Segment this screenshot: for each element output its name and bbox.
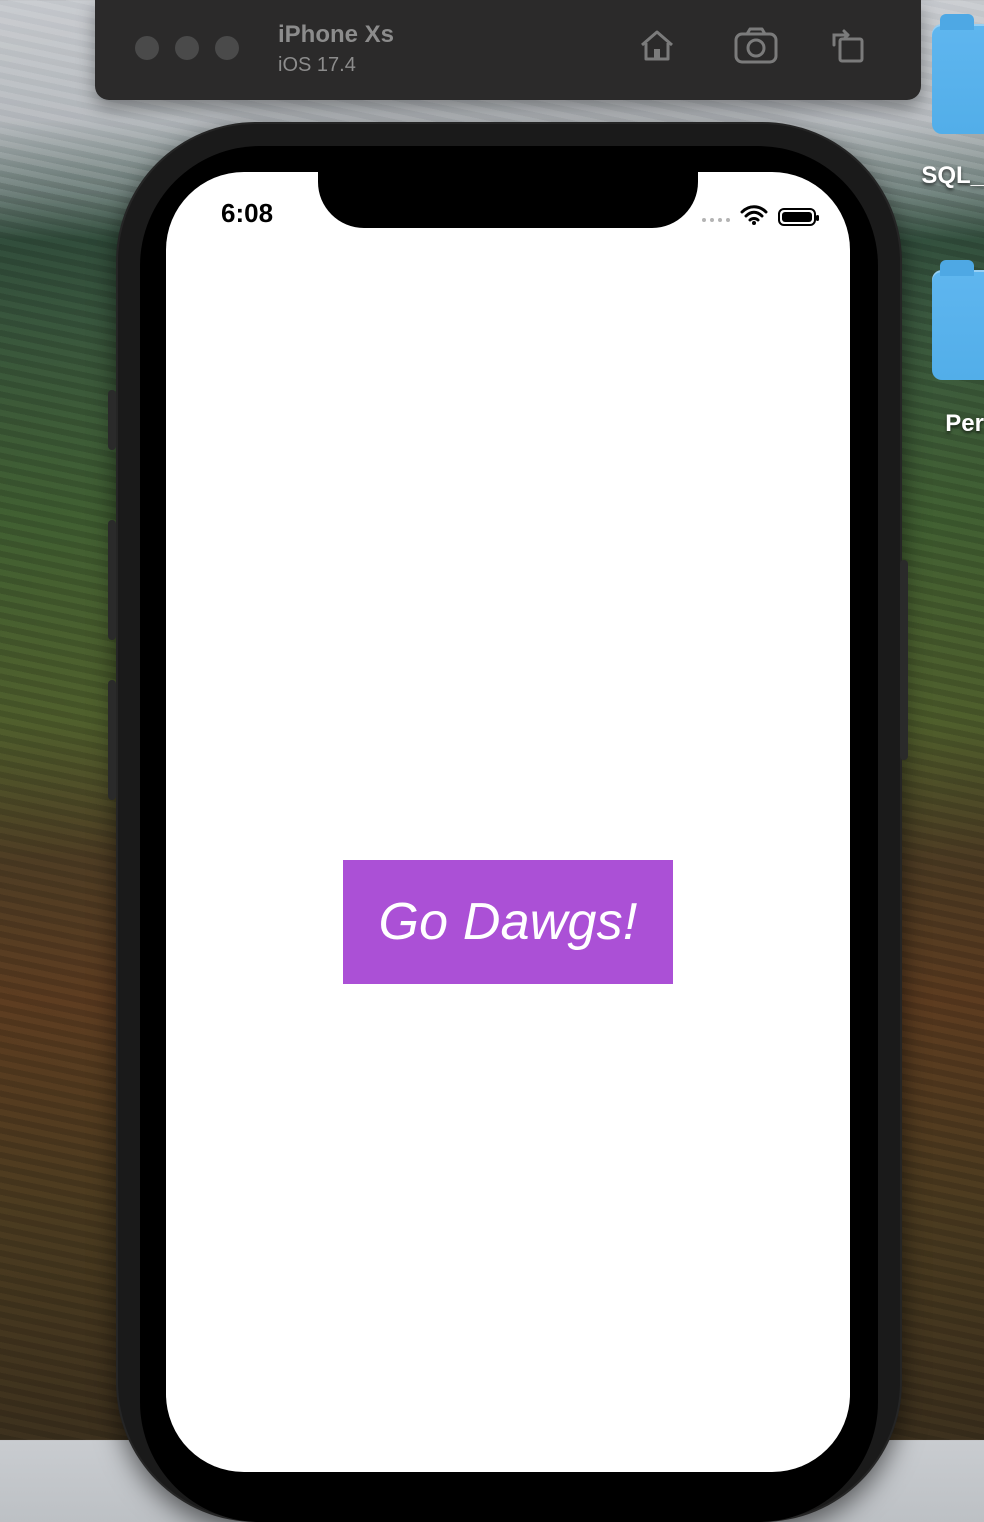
rotate-icon — [826, 25, 868, 72]
desktop-folder-sql-label: SQL_ — [921, 162, 984, 189]
device-notch — [318, 172, 698, 228]
battery-icon — [778, 208, 819, 226]
desktop-folder-sql[interactable] — [932, 14, 984, 134]
cellular-signal-icon — [702, 218, 730, 222]
desktop-folder-per[interactable] — [932, 260, 984, 380]
status-time: 6:08 — [221, 198, 274, 228]
device-screen — [166, 172, 850, 1472]
window-controls — [135, 36, 239, 60]
go-dawgs-button-label: Go Dawgs! — [378, 893, 638, 951]
desktop-folder-per-label: Per — [945, 410, 984, 437]
simulator-device-name: iPhone Xs — [278, 21, 395, 48]
screenshot-button[interactable] — [734, 26, 778, 70]
rotate-button[interactable] — [825, 26, 869, 70]
simulator-toolbar: iPhone Xs iOS 17.4 — [95, 0, 921, 100]
simulator-os-version: iOS 17.4 — [278, 54, 356, 76]
home-icon — [636, 25, 678, 72]
mute-switch — [108, 390, 116, 450]
side-power-button — [900, 560, 908, 760]
minimize-window-button[interactable] — [175, 36, 199, 60]
go-dawgs-button[interactable]: Go Dawgs! — [343, 860, 673, 984]
close-window-button[interactable] — [135, 36, 159, 60]
zoom-window-button[interactable] — [215, 36, 239, 60]
volume-up-button — [108, 520, 116, 640]
home-button[interactable] — [635, 26, 679, 70]
volume-down-button — [108, 680, 116, 800]
wifi-icon — [740, 204, 768, 231]
screenshot-icon — [733, 25, 779, 72]
status-icons — [702, 203, 824, 231]
